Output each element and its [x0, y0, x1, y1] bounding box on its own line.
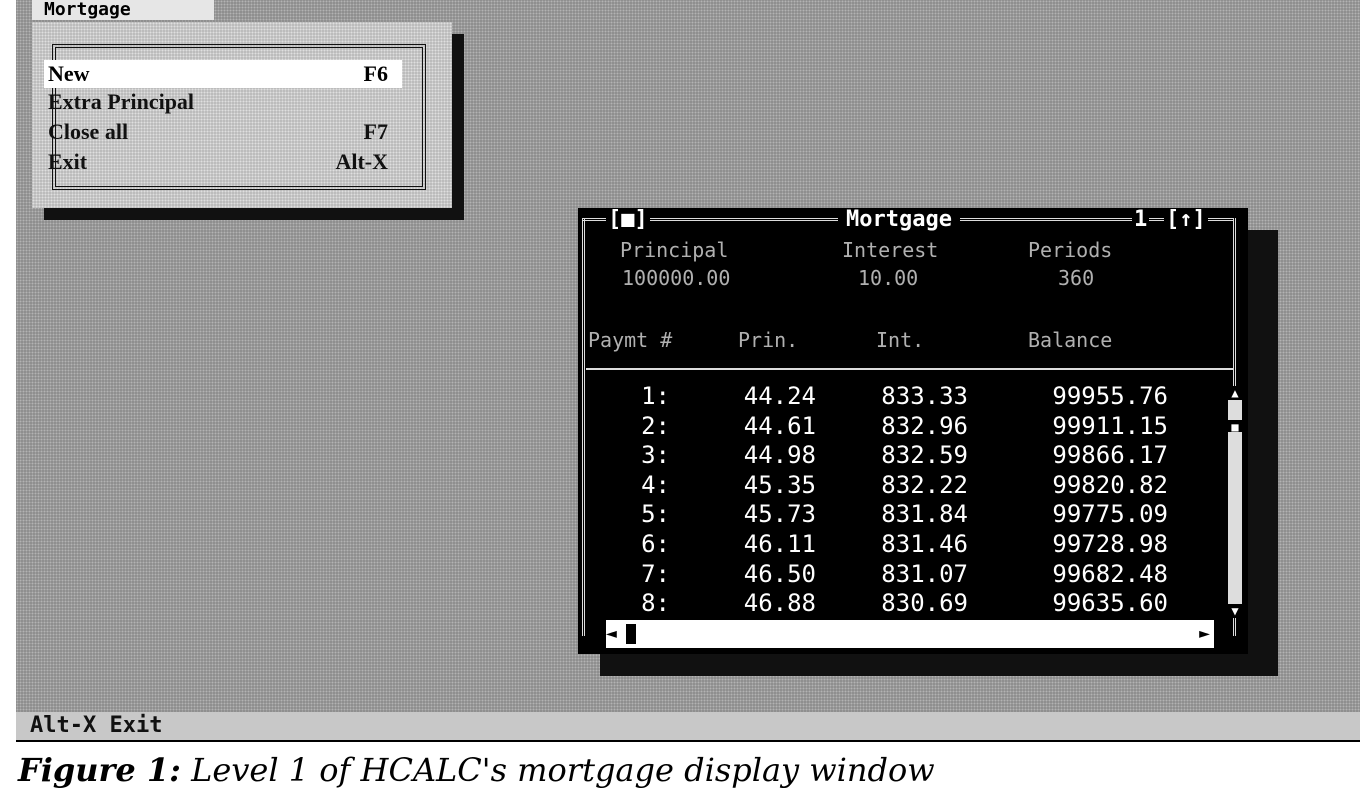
interest-amount: 830.69 [881, 589, 968, 618]
column-header-principal: Prin. [738, 328, 799, 352]
interest-amount: 832.96 [881, 411, 968, 440]
table-row[interactable]: 7: 46.50 831.07 99682.48 [588, 560, 1228, 589]
principal-amount: 46.88 [743, 589, 816, 618]
column-header-interest: Int. [876, 328, 925, 352]
principal-value: 100000.00 [622, 266, 731, 290]
column-header-payment: Paymt # [588, 328, 673, 352]
scroll-right-arrow-icon[interactable]: ► [1199, 624, 1210, 644]
payment-number: 1: [641, 382, 670, 410]
payment-number: 6: [641, 530, 670, 558]
table-row[interactable]: 6: 46.11 831.46 99728.98 [588, 530, 1228, 559]
table-row[interactable]: 2: 44.61 832.96 99911.15 [588, 412, 1228, 441]
interest-amount: 831.84 [881, 500, 968, 529]
payment-number: 2: [641, 411, 670, 440]
balance-amount: 99635.60 [1052, 589, 1168, 618]
header-divider [586, 368, 1234, 370]
periods-value: 360 [1058, 266, 1095, 290]
column-header-balance: Balance [1028, 328, 1113, 352]
interest-amount: 831.07 [881, 559, 968, 588]
status-bar: Alt-X Exit [16, 712, 1360, 740]
table-row[interactable]: 3: 44.98 832.59 99866.17 [588, 441, 1228, 470]
menu-item-label: Extra Principal [48, 89, 195, 114]
scroll-up-arrow-icon[interactable]: ▲ [1228, 386, 1242, 400]
window-close-button[interactable]: [■] [606, 208, 650, 232]
figure-caption: Figure 1: Level 1 of HCALC's mortgage di… [18, 748, 935, 792]
balance-amount: 99820.82 [1052, 470, 1168, 499]
table-row[interactable]: 1: 44.24 833.33 99955.76 [588, 382, 1228, 411]
principal-amount: 44.24 [743, 382, 816, 410]
menu-item-label: New [48, 61, 90, 86]
menu-item-label: Exit [48, 149, 88, 174]
menu-bar-mortgage[interactable]: Mortgage [32, 0, 214, 20]
table-row[interactable]: 5: 45.73 831.84 99775.09 [588, 500, 1228, 529]
payment-number: 7: [641, 559, 670, 588]
interest-amount: 831.46 [881, 530, 968, 558]
interest-label: Interest [842, 238, 939, 262]
mortgage-window: [■] Mortgage 1 [↑] Principal Interest Pe… [578, 208, 1248, 654]
horizontal-scroll-thumb[interactable] [626, 624, 636, 644]
menu-item-shortcut: Alt-X [335, 149, 388, 174]
principal-amount: 45.35 [743, 470, 816, 499]
menu-item-new[interactable]: New F6 [44, 60, 402, 88]
balance-amount: 99728.98 [1052, 530, 1168, 558]
menu-item-shortcut: F7 [363, 119, 388, 144]
vertical-scroll-thumb[interactable]: ■ [1228, 420, 1242, 434]
table-row[interactable]: 4: 45.35 832.22 99820.82 [588, 471, 1228, 500]
balance-amount: 99911.15 [1052, 411, 1168, 440]
interest-amount: 832.59 [881, 441, 968, 470]
window-title: Mortgage [838, 208, 960, 232]
balance-amount: 99955.76 [1052, 382, 1168, 410]
principal-amount: 46.50 [743, 559, 816, 588]
payment-number: 8: [641, 589, 670, 618]
caption-text: Level 1 of HCALC's mortgage display wind… [191, 751, 935, 789]
menu-item-close-all[interactable]: Close all F7 [44, 118, 402, 146]
window-number: 1 [1132, 207, 1150, 232]
window-zoom-button[interactable]: [↑] [1164, 208, 1208, 232]
balance-amount: 99775.09 [1052, 500, 1168, 529]
interest-value: 10.00 [858, 266, 919, 290]
table-row[interactable]: 8: 46.88 830.69 99635.60 [588, 589, 1228, 618]
payment-number: 3: [641, 441, 670, 470]
interest-amount: 833.33 [881, 382, 968, 410]
menu-item-shortcut: F6 [363, 61, 388, 86]
periods-label: Periods [1028, 238, 1113, 262]
principal-amount: 45.73 [743, 500, 816, 529]
balance-amount: 99866.17 [1052, 441, 1168, 470]
principal-amount: 44.61 [743, 411, 816, 440]
interest-amount: 832.22 [881, 470, 968, 499]
menu-item-exit[interactable]: Exit Alt-X [44, 148, 402, 176]
payment-number: 4: [641, 470, 670, 499]
principal-label: Principal [620, 238, 729, 262]
menu-item-label: Close all [48, 119, 129, 144]
status-exit-hint[interactable]: Alt-X Exit [30, 713, 162, 738]
scroll-down-arrow-icon[interactable]: ▼ [1228, 604, 1242, 618]
principal-amount: 44.98 [743, 441, 816, 470]
menu-item-extra-principal[interactable]: Extra Principal [44, 88, 402, 116]
scroll-left-arrow-icon[interactable]: ◄ [606, 624, 617, 644]
vertical-scrollbar[interactable]: ▲ ■ ▼ [1228, 386, 1242, 618]
payment-number: 5: [641, 500, 670, 529]
principal-amount: 46.11 [743, 530, 816, 558]
balance-amount: 99682.48 [1052, 559, 1168, 588]
horizontal-scrollbar[interactable]: ◄ ► [606, 620, 1214, 648]
caption-label: Figure 1: [18, 751, 181, 789]
